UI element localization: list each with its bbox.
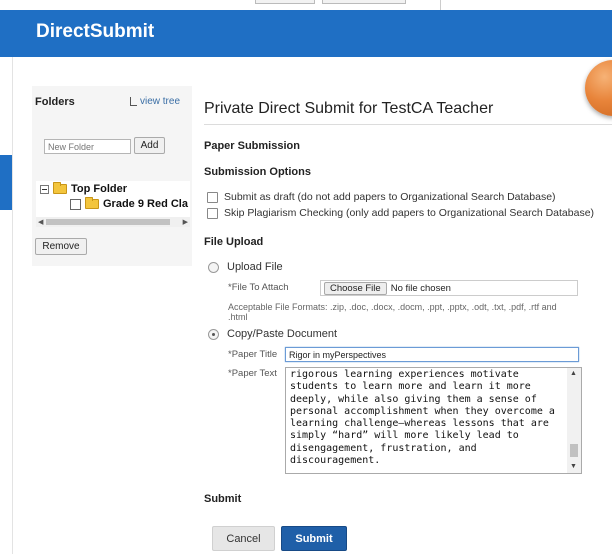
top-button-fragment[interactable] bbox=[322, 0, 406, 4]
paper-text-area[interactable]: rigorous learning experiences motivate s… bbox=[285, 367, 582, 474]
file-upload-heading: File Upload bbox=[204, 236, 264, 248]
orange-orb-icon[interactable] bbox=[585, 60, 612, 116]
folder-checkbox[interactable] bbox=[70, 198, 81, 210]
paper-submission-heading: Paper Submission bbox=[204, 140, 300, 152]
choose-file-button[interactable]: Choose File bbox=[324, 281, 387, 295]
view-tree-link[interactable]: view tree bbox=[130, 96, 180, 107]
collapse-icon[interactable] bbox=[40, 184, 49, 194]
file-to-attach-label: *File To Attach bbox=[228, 282, 289, 293]
paper-text-scrollbar[interactable]: ▲ ▼ bbox=[567, 368, 581, 473]
option-label: Skip Plagiarism Checking (only add paper… bbox=[224, 207, 595, 219]
paper-title-label: *Paper Title bbox=[228, 349, 278, 360]
copy-paste-label: Copy/Paste Document bbox=[227, 328, 338, 340]
folders-title: Folders bbox=[35, 96, 75, 108]
scroll-down-icon[interactable]: ▼ bbox=[570, 463, 577, 470]
submit-button[interactable]: Submit bbox=[281, 526, 347, 551]
upload-file-radio[interactable] bbox=[208, 261, 219, 273]
skip-plagiarism-option[interactable]: Skip Plagiarism Checking (only add paper… bbox=[207, 207, 594, 219]
app-header: DirectSubmit bbox=[0, 10, 612, 57]
submit-draft-option[interactable]: Submit as draft (do not add papers to Or… bbox=[207, 191, 556, 203]
copy-paste-option[interactable]: Copy/Paste Document bbox=[208, 328, 337, 340]
submit-draft-checkbox[interactable] bbox=[207, 191, 218, 203]
remove-button[interactable]: Remove bbox=[35, 238, 87, 255]
folder-icon bbox=[53, 182, 67, 194]
paper-text-content: rigorous learning experiences motivate s… bbox=[290, 369, 561, 467]
submission-options-heading: Submission Options bbox=[204, 166, 311, 178]
page-title: Private Direct Submit for TestCA Teacher bbox=[204, 100, 494, 117]
tree-item-grade9[interactable]: Grade 9 Red Cla bbox=[70, 197, 188, 210]
paper-text-label: *Paper Text bbox=[228, 368, 277, 379]
acceptable-formats-text: Acceptable File Formats: .zip, .doc, .do… bbox=[228, 302, 557, 322]
no-file-text: No file chosen bbox=[390, 282, 451, 294]
scroll-left-icon[interactable]: ◀ bbox=[38, 218, 43, 226]
title-divider bbox=[204, 124, 612, 125]
scrollbar-thumb[interactable] bbox=[570, 444, 578, 457]
tree-item-top-folder[interactable]: Top Folder bbox=[40, 182, 128, 195]
top-strip bbox=[0, 0, 612, 10]
divider bbox=[440, 0, 441, 10]
left-divider bbox=[12, 57, 13, 554]
copy-paste-radio[interactable] bbox=[208, 328, 219, 340]
scrollbar-thumb[interactable] bbox=[46, 219, 170, 225]
cancel-button[interactable]: Cancel bbox=[212, 526, 275, 551]
scroll-right-icon[interactable]: ▶ bbox=[183, 218, 188, 226]
upload-file-option[interactable]: Upload File bbox=[208, 261, 283, 273]
paper-title-input[interactable] bbox=[285, 347, 579, 362]
option-label: Submit as draft (do not add papers to Or… bbox=[224, 191, 556, 203]
new-folder-input[interactable] bbox=[44, 139, 131, 154]
add-folder-button[interactable]: Add bbox=[134, 137, 165, 154]
tree-item-label: Top Folder bbox=[71, 183, 128, 195]
upload-file-label: Upload File bbox=[227, 261, 283, 273]
view-tree-label: view tree bbox=[140, 96, 181, 107]
folder-icon bbox=[85, 197, 99, 209]
scroll-up-icon[interactable]: ▲ bbox=[570, 370, 577, 377]
skip-plagiarism-checkbox[interactable] bbox=[207, 207, 218, 219]
tree-item-label: Grade 9 Red Cla bbox=[103, 198, 188, 210]
submit-heading: Submit bbox=[204, 493, 242, 505]
side-tab[interactable] bbox=[0, 155, 12, 210]
top-button-fragment[interactable] bbox=[255, 0, 315, 4]
file-input[interactable]: Choose File No file chosen bbox=[320, 280, 578, 296]
tree-icon bbox=[130, 97, 137, 106]
app-title: DirectSubmit bbox=[36, 21, 155, 42]
tree-horizontal-scrollbar[interactable]: ◀ ▶ bbox=[36, 217, 190, 227]
